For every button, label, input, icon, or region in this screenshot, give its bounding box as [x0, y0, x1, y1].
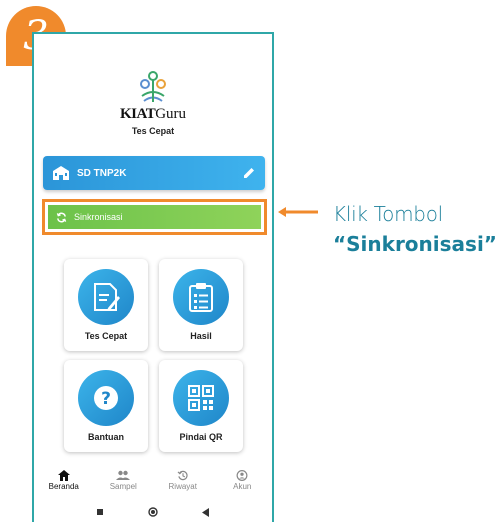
home-circle-icon[interactable] — [148, 507, 158, 517]
school-selector[interactable]: SD TNP2K — [43, 156, 265, 190]
nav-sampel[interactable]: Sampel — [94, 470, 154, 498]
card-label: Bantuan — [88, 432, 124, 442]
card-label: Pindai QR — [179, 432, 223, 442]
school-icon — [53, 166, 69, 180]
pencil-icon[interactable] — [243, 167, 255, 179]
kiatguru-logo — [34, 70, 272, 104]
system-nav-bar — [34, 504, 272, 520]
card-hasil[interactable]: Hasil — [159, 259, 243, 351]
nav-label: Sampel — [109, 482, 137, 491]
svg-text:?: ? — [101, 389, 111, 409]
brand-name: KIATGuru — [119, 106, 187, 122]
sync-icon — [56, 212, 67, 222]
test-icon — [78, 269, 134, 325]
card-label: Hasil — [190, 331, 212, 341]
nav-beranda[interactable]: Beranda — [34, 470, 94, 498]
card-pindai-qr[interactable]: Pindai QR — [159, 360, 243, 452]
help-icon: ? — [78, 370, 134, 426]
sync-label: Sinkronisasi — [74, 212, 123, 222]
nav-label: Akun — [233, 482, 252, 491]
sync-button[interactable]: Sinkronisasi — [48, 205, 261, 229]
sync-highlight-frame: Sinkronisasi — [42, 199, 267, 235]
phone-screen: KIATGuru Tes Cepat SD TNP2K Sinkronisasi — [32, 32, 274, 522]
clipboard-icon — [173, 269, 229, 325]
nav-akun[interactable]: Akun — [213, 470, 273, 498]
callout-arrow-icon — [278, 207, 318, 217]
recent-apps-icon[interactable] — [96, 508, 104, 516]
card-tes-cepat[interactable]: Tes Cepat — [64, 259, 148, 351]
card-bantuan[interactable]: ? Bantuan — [64, 360, 148, 452]
back-icon[interactable] — [202, 507, 210, 517]
card-label: Tes Cepat — [84, 331, 128, 341]
callout-text-line1: Klik Tombol — [333, 202, 443, 226]
account-icon — [236, 470, 248, 481]
qr-icon — [173, 370, 229, 426]
nav-riwayat[interactable]: Riwayat — [153, 470, 213, 498]
school-name: SD TNP2K — [77, 167, 127, 179]
nav-label: Riwayat — [168, 482, 197, 491]
nav-label: Beranda — [48, 482, 79, 491]
page-subtitle: Tes Cepat — [131, 126, 175, 136]
people-icon — [116, 470, 131, 480]
callout-text-line2: “Sinkronisasi” — [333, 232, 497, 256]
bottom-nav: Beranda Sampel Riwayat Akun — [34, 470, 272, 498]
home-icon — [57, 470, 70, 481]
history-icon — [177, 470, 188, 481]
